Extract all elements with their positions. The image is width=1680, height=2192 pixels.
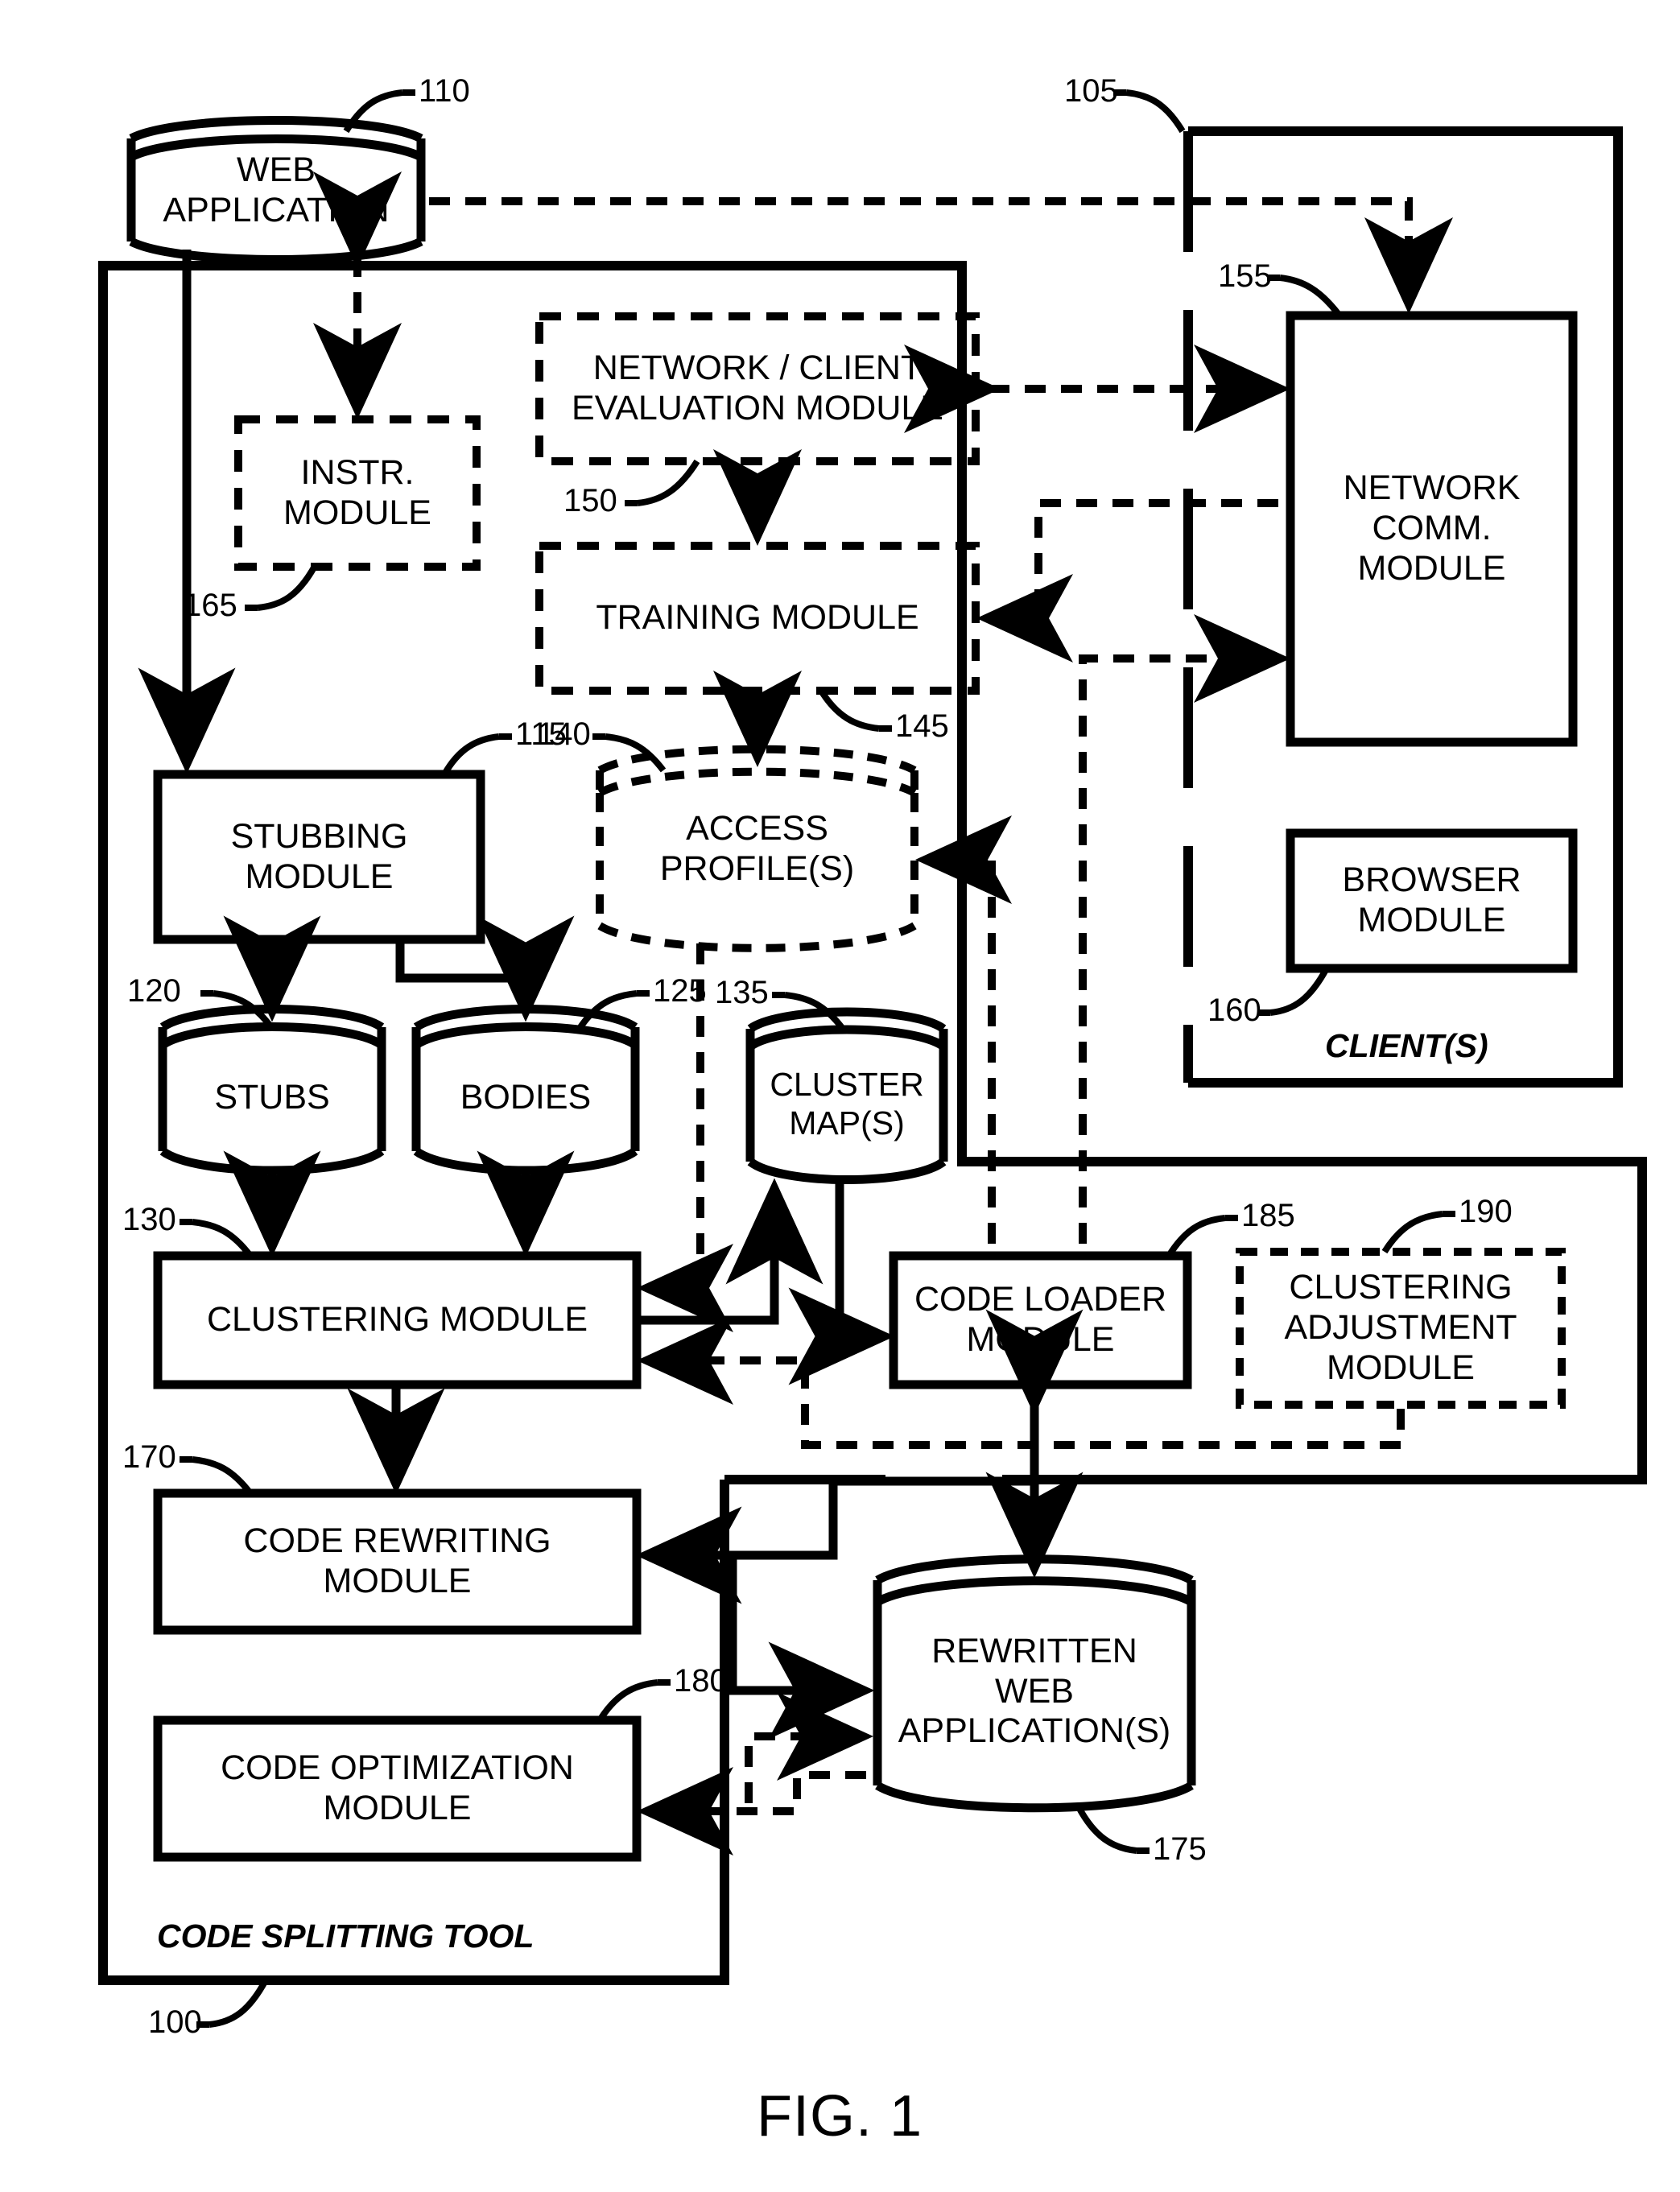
ref-numeral-120: 120: [127, 973, 181, 1009]
ref-numeral-160: 160: [1207, 993, 1261, 1028]
shape-rewritten-web-applications: [873, 1554, 1196, 1813]
ref-numeral-155: 155: [1218, 258, 1272, 294]
ref-numeral-180: 180: [674, 1663, 728, 1699]
group-label-code-splitting-tool: CODE SPLITTING TOOL: [157, 1917, 535, 1955]
ref-numeral-185: 185: [1241, 1198, 1295, 1233]
shape-web-application: [126, 116, 426, 264]
ref-numeral-110: 110: [419, 73, 470, 109]
shape-stubs: [158, 1005, 386, 1175]
shape-bodies: [411, 1005, 640, 1175]
diagram-vector-layer: [98, 89, 1647, 2028]
shape-clustering-adjustment-module: [1236, 1248, 1566, 1409]
ref-numeral-140: 140: [537, 716, 591, 752]
ref-numeral-100: 100: [148, 2004, 202, 2040]
ref-numeral-125: 125: [653, 973, 707, 1009]
connectors-solid: [138, 250, 1084, 1740]
figure-caption: FIG. 1: [757, 2084, 923, 2149]
ref-numeral-190: 190: [1459, 1194, 1513, 1229]
shape-code-optimization-module: [153, 1715, 642, 1862]
shape-cluster-maps: [745, 1007, 948, 1184]
shape-network-comm-module: [1286, 311, 1578, 747]
shape-access-profiles: [596, 745, 918, 952]
shape-network-client-eval: [535, 312, 980, 465]
ref-numeral-105: 105: [1064, 73, 1118, 109]
group-label-clients: CLIENT(S): [1325, 1027, 1488, 1064]
ref-numeral-170: 170: [122, 1439, 176, 1475]
figure-canvas: WEB APPLICATION INSTR. MODULE NETWORK / …: [0, 0, 1680, 2192]
shape-browser-module: [1286, 828, 1578, 973]
shape-code-rewriting-module: [153, 1488, 642, 1635]
reference-leader-stubs: [180, 89, 1455, 2028]
shape-training-module: [535, 542, 980, 695]
shape-stubbing-module: [153, 770, 485, 944]
shape-code-loader-module: [889, 1251, 1192, 1389]
shape-clustering-module: [153, 1251, 642, 1389]
ref-numeral-165: 165: [184, 588, 237, 623]
ref-numeral-130: 130: [122, 1202, 176, 1237]
ref-numeral-175: 175: [1153, 1831, 1207, 1867]
ref-numeral-145: 145: [895, 708, 949, 744]
shape-instr-module: [234, 415, 481, 571]
ref-numeral-150: 150: [563, 483, 617, 518]
ref-numeral-135: 135: [715, 975, 769, 1010]
